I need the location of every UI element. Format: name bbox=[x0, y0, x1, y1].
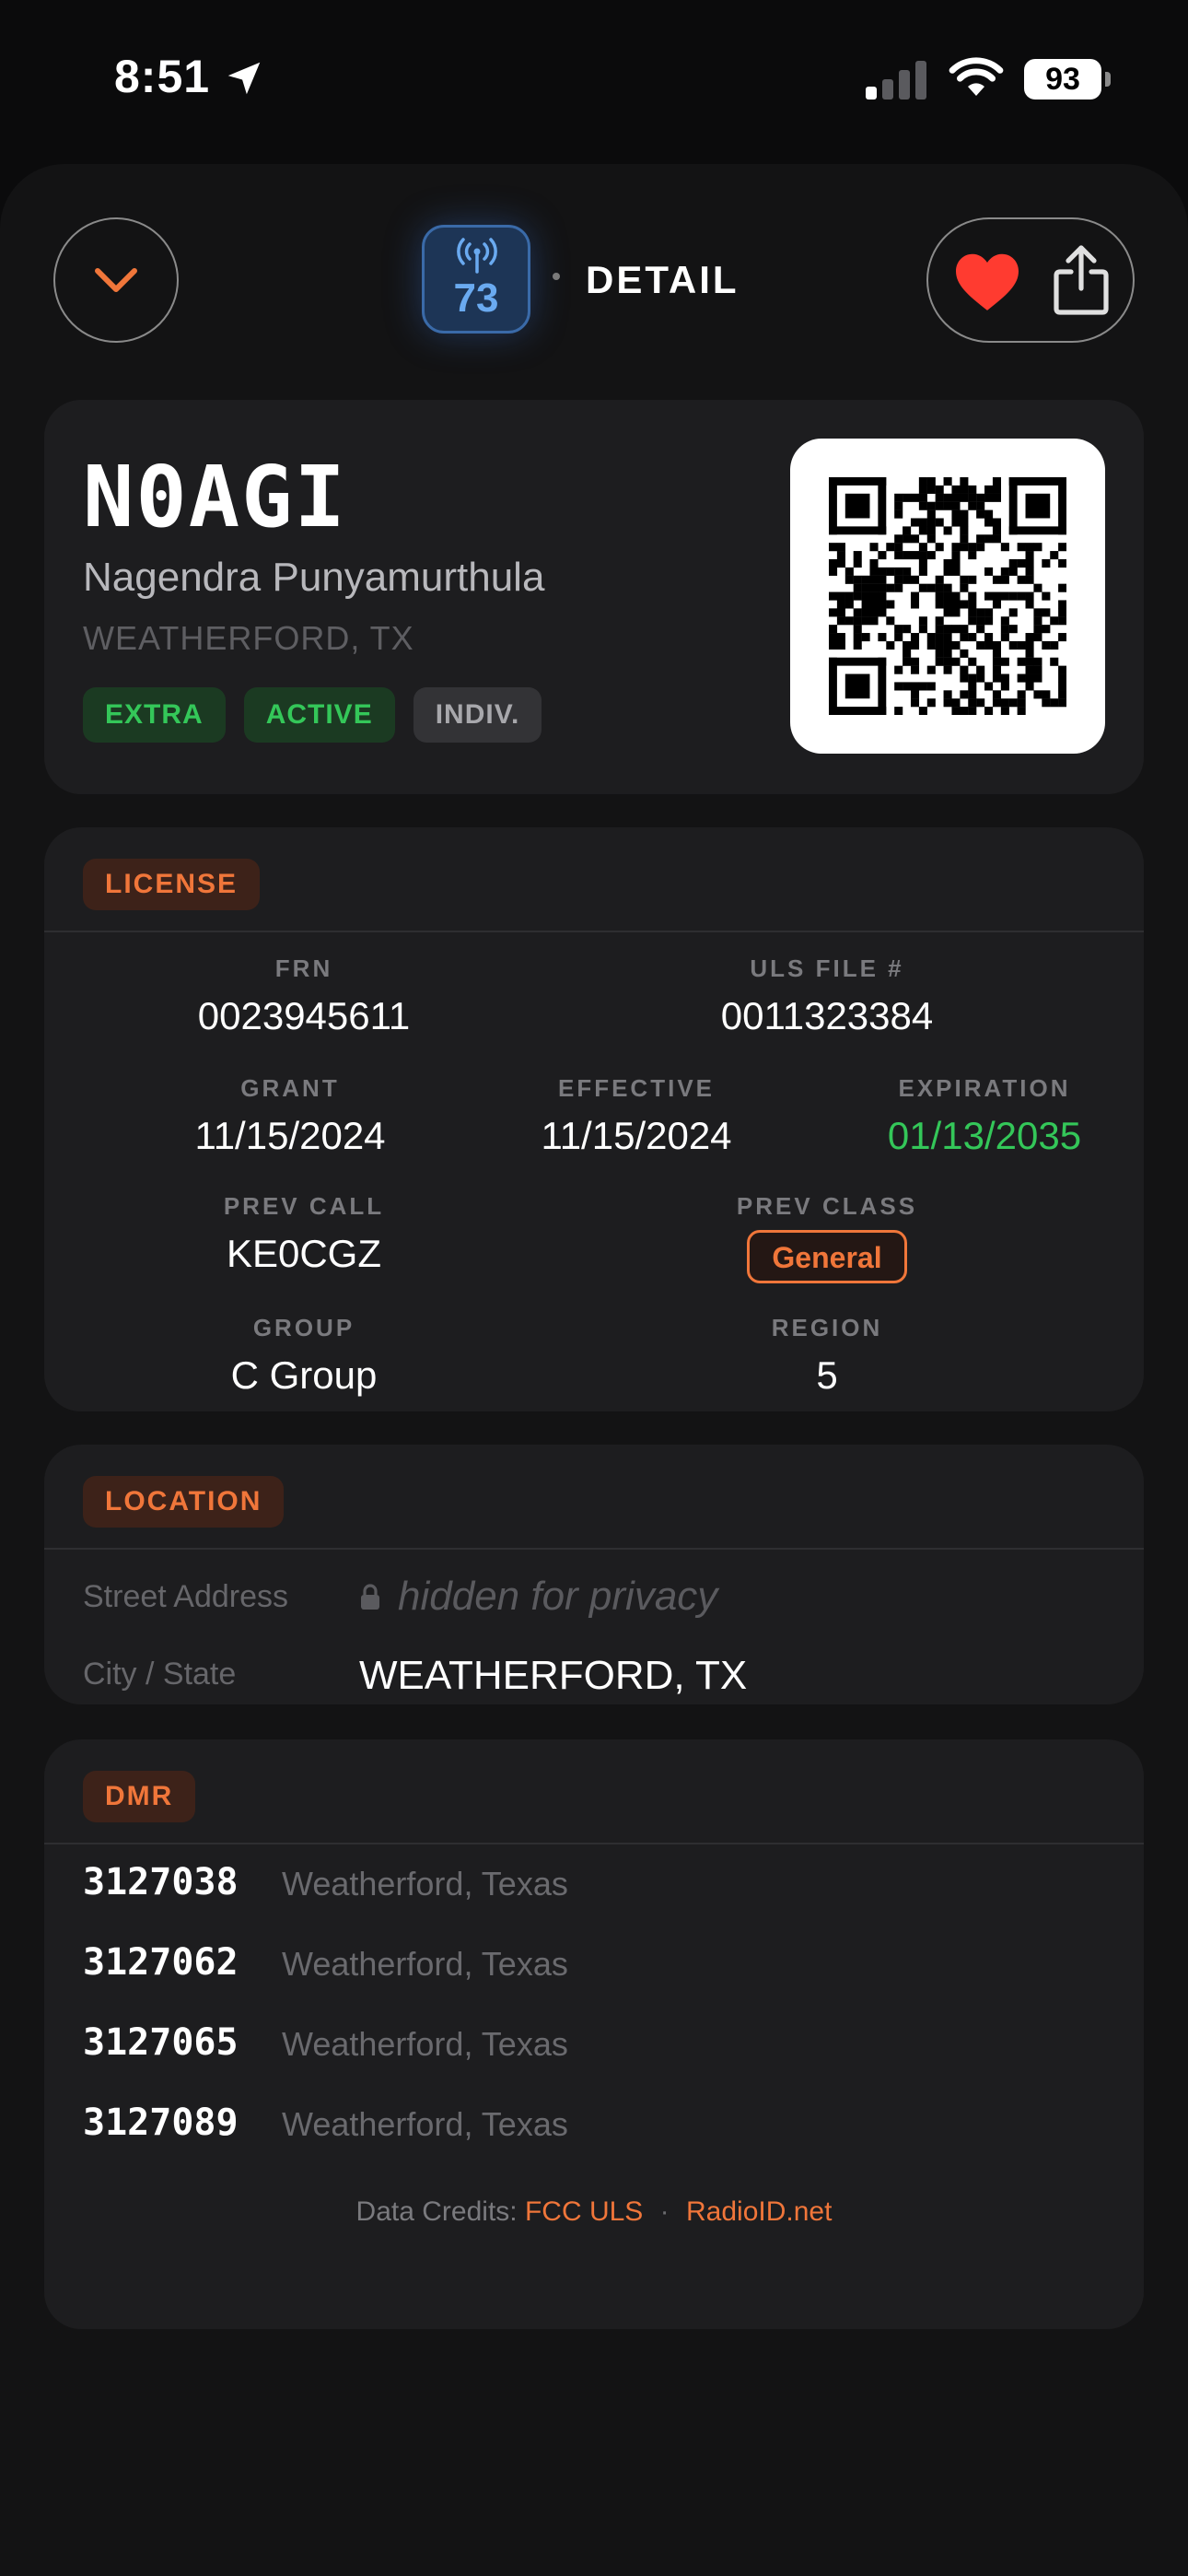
class-badge: EXTRA bbox=[83, 687, 226, 743]
action-group bbox=[926, 217, 1135, 343]
frn-field: FRN 0023945611 bbox=[83, 954, 525, 1038]
title-separator bbox=[553, 273, 560, 280]
expiration-field: EXPIRATION 01/13/2035 bbox=[805, 1074, 1144, 1158]
street-address-label: Street Address bbox=[83, 1579, 289, 1614]
prev-class-badge: General bbox=[747, 1230, 907, 1283]
city-state-label: City / State bbox=[83, 1657, 237, 1692]
credits-label: Data Credits: bbox=[355, 2196, 518, 2227]
type-badge: INDIV. bbox=[413, 687, 542, 743]
effective-field: EFFECTIVE 11/15/2024 bbox=[457, 1074, 816, 1158]
identity-card: N0AGI Nagendra Punyamurthula WEATHERFORD… bbox=[44, 400, 1144, 794]
dmr-id: 3127089 bbox=[83, 2102, 239, 2144]
region-value: 5 bbox=[816, 1353, 838, 1397]
location-divider bbox=[44, 1548, 1144, 1550]
fcc-uls-link[interactable]: FCC ULS bbox=[525, 2196, 643, 2227]
group-field: GROUP C Group bbox=[83, 1314, 525, 1398]
status-bar: 8:51 93 bbox=[0, 0, 1188, 157]
chevron-down-icon bbox=[95, 268, 137, 292]
street-address-value: hidden for privacy bbox=[398, 1574, 718, 1619]
callsign: N0AGI bbox=[83, 448, 347, 546]
credits-separator: · bbox=[659, 2196, 670, 2227]
dmr-location: Weatherford, Texas bbox=[282, 1865, 568, 1903]
region-field: REGION 5 bbox=[606, 1314, 1048, 1398]
app-badge: 73 bbox=[422, 225, 530, 334]
badge-row: EXTRA ACTIVE INDIV. bbox=[83, 687, 542, 743]
sheet-header: 73 DETAIL bbox=[0, 164, 1188, 404]
group-value: C Group bbox=[230, 1353, 378, 1397]
license-divider bbox=[44, 931, 1144, 932]
frn-value[interactable]: 0023945611 bbox=[83, 994, 525, 1038]
expiration-label: EXPIRATION bbox=[898, 1074, 1071, 1102]
dmr-section-tag: DMR bbox=[83, 1771, 196, 1822]
radioid-link[interactable]: RadioID.net bbox=[686, 2196, 832, 2227]
license-card: LICENSE FRN 0023945611 ULS FILE # 001132… bbox=[44, 827, 1144, 1411]
favorite-button[interactable] bbox=[950, 245, 1024, 319]
dmr-id: 3127062 bbox=[83, 1941, 239, 1984]
prev-call-label: PREV CALL bbox=[223, 1192, 385, 1220]
dmr-location: Weatherford, Texas bbox=[282, 2025, 568, 2063]
prev-call-field: PREV CALL KE0CGZ bbox=[83, 1192, 525, 1276]
street-address-hidden: hidden for privacy bbox=[359, 1574, 717, 1620]
region-label: REGION bbox=[771, 1314, 883, 1341]
licensee-name: Nagendra Punyamurthula bbox=[83, 555, 545, 600]
prev-class-field: PREV CLASS General bbox=[606, 1192, 1048, 1283]
app-badge-number: 73 bbox=[453, 275, 499, 321]
dmr-id: 3127065 bbox=[83, 2021, 239, 2064]
city-state-row: City / State WEATHERFORD, TX bbox=[83, 1647, 1105, 1703]
uls-file-label: ULS FILE # bbox=[750, 954, 904, 982]
uls-file-value[interactable]: 0011323384 bbox=[606, 994, 1048, 1038]
location-arrow-icon bbox=[227, 62, 261, 95]
battery-percent: 93 bbox=[1045, 62, 1080, 97]
share-icon bbox=[1054, 245, 1109, 315]
license-section-tag: LICENSE bbox=[83, 859, 261, 910]
share-button[interactable] bbox=[1046, 241, 1116, 319]
grant-field: GRANT 11/15/2024 bbox=[111, 1074, 470, 1158]
dmr-location: Weatherford, Texas bbox=[282, 1945, 568, 1983]
heart-icon bbox=[956, 253, 1019, 310]
data-credits: Data Credits: FCC ULS · RadioID.net bbox=[0, 2196, 1188, 2228]
cellular-signal-icon bbox=[866, 61, 926, 100]
frn-label: FRN bbox=[274, 954, 333, 982]
effective-value: 11/15/2024 bbox=[541, 1114, 732, 1157]
status-badge: ACTIVE bbox=[243, 687, 395, 743]
qr-code[interactable] bbox=[790, 439, 1105, 754]
qr-code-graphic bbox=[829, 477, 1066, 715]
grant-label: GRANT bbox=[240, 1074, 340, 1102]
battery-indicator: 93 bbox=[1024, 59, 1111, 100]
location-section-tag: LOCATION bbox=[83, 1476, 285, 1528]
licensee-location: WEATHERFORD, TX bbox=[83, 619, 414, 657]
collapse-button[interactable] bbox=[53, 217, 179, 343]
grant-value: 11/15/2024 bbox=[194, 1114, 386, 1157]
city-state-value[interactable]: WEATHERFORD, TX bbox=[359, 1653, 747, 1699]
dmr-id: 3127038 bbox=[83, 1861, 239, 1903]
prev-class-label: PREV CLASS bbox=[736, 1192, 918, 1220]
effective-label: EFFECTIVE bbox=[557, 1074, 715, 1102]
group-label: GROUP bbox=[252, 1314, 355, 1341]
expiration-value: 01/13/2035 bbox=[887, 1114, 1082, 1157]
status-time: 8:51 bbox=[114, 51, 211, 102]
radio-tower-icon bbox=[457, 238, 497, 274]
dmr-location: Weatherford, Texas bbox=[282, 2105, 568, 2143]
prev-call-value[interactable]: KE0CGZ bbox=[83, 1232, 525, 1276]
lock-icon bbox=[361, 1584, 379, 1610]
uls-file-field: ULS FILE # 0011323384 bbox=[606, 954, 1048, 1038]
street-address-row: Street Address hidden for privacy bbox=[83, 1570, 1105, 1625]
location-card: LOCATION Street Address hidden for priva… bbox=[44, 1445, 1144, 1704]
page-title: DETAIL bbox=[586, 258, 740, 301]
dmr-card: DMR 3127038 Weatherford, Texas 3127062 W… bbox=[44, 1739, 1144, 2329]
dmr-divider bbox=[44, 1843, 1144, 1844]
wifi-icon bbox=[949, 57, 1004, 96]
